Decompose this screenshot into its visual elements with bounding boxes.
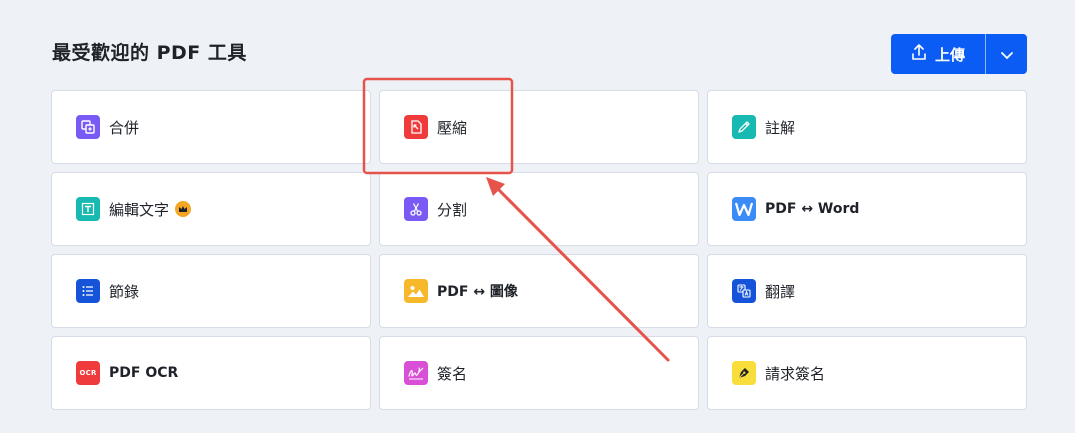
upload-button-group: 上傳: [891, 34, 1027, 74]
list-icon: [76, 279, 100, 303]
word-icon: [732, 197, 756, 221]
tool-annotate-card[interactable]: 註解: [707, 90, 1027, 164]
tool-split-card[interactable]: 分割: [379, 172, 699, 246]
pencil-icon: [732, 115, 756, 139]
signature-icon: [404, 361, 428, 385]
image-icon: [404, 279, 428, 303]
tool-label: PDF ↔ Word: [765, 201, 860, 217]
tool-label: 合併: [109, 118, 140, 137]
tool-translate-card[interactable]: 翻譯: [707, 254, 1027, 328]
tool-label: PDF ↔ 圖像: [437, 284, 518, 300]
tool-pdf-word-card[interactable]: PDF ↔ Word: [707, 172, 1027, 246]
tool-sign-card[interactable]: 簽名: [379, 336, 699, 410]
tool-label: 節錄: [109, 282, 140, 301]
upload-button[interactable]: 上傳: [891, 34, 985, 74]
edit-text-icon: [76, 197, 100, 221]
translate-icon: [732, 279, 756, 303]
tool-label: 分割: [437, 200, 468, 219]
ocr-icon-text: OCR: [79, 369, 97, 377]
tools-grid: 合併 壓縮 註解 編輯文字 分割 PDF ↔ Word 節錄 PDF ↔ 圖像 …: [51, 90, 1027, 410]
chevron-down-icon: [1000, 45, 1014, 64]
merge-icon: [76, 115, 100, 139]
crown-icon: [175, 201, 192, 217]
tool-label: PDF OCR: [109, 365, 179, 381]
tool-label: 壓縮: [437, 118, 468, 137]
tool-label: 簽名: [437, 364, 468, 383]
upload-icon: [911, 43, 927, 65]
tool-pdf-image-card[interactable]: PDF ↔ 圖像: [379, 254, 699, 328]
section-title: 最受歡迎的 PDF 工具: [52, 42, 247, 64]
tool-edit-text-card[interactable]: 編輯文字: [51, 172, 371, 246]
ocr-icon: OCR: [76, 361, 100, 385]
compress-icon: [404, 115, 428, 139]
tool-pdf-ocr-card[interactable]: OCR PDF OCR: [51, 336, 371, 410]
scissors-icon: [404, 197, 428, 221]
tool-label: 註解: [765, 118, 796, 137]
tool-label: 請求簽名: [765, 364, 826, 383]
tool-request-sign-card[interactable]: 請求簽名: [707, 336, 1027, 410]
tool-label: 編輯文字: [109, 200, 170, 219]
upload-label: 上傳: [934, 45, 965, 64]
tool-compress-card[interactable]: 壓縮: [379, 90, 699, 164]
tool-label: 翻譯: [765, 282, 796, 301]
tool-merge-card[interactable]: 合併: [51, 90, 371, 164]
tools-page: 最受歡迎的 PDF 工具 上傳 合併 壓縮 註解 編輯文字 分割 PDF ↔ W…: [0, 0, 1075, 433]
pen-nib-icon: [732, 361, 756, 385]
upload-dropdown-toggle[interactable]: [986, 34, 1027, 74]
tool-extract-card[interactable]: 節錄: [51, 254, 371, 328]
